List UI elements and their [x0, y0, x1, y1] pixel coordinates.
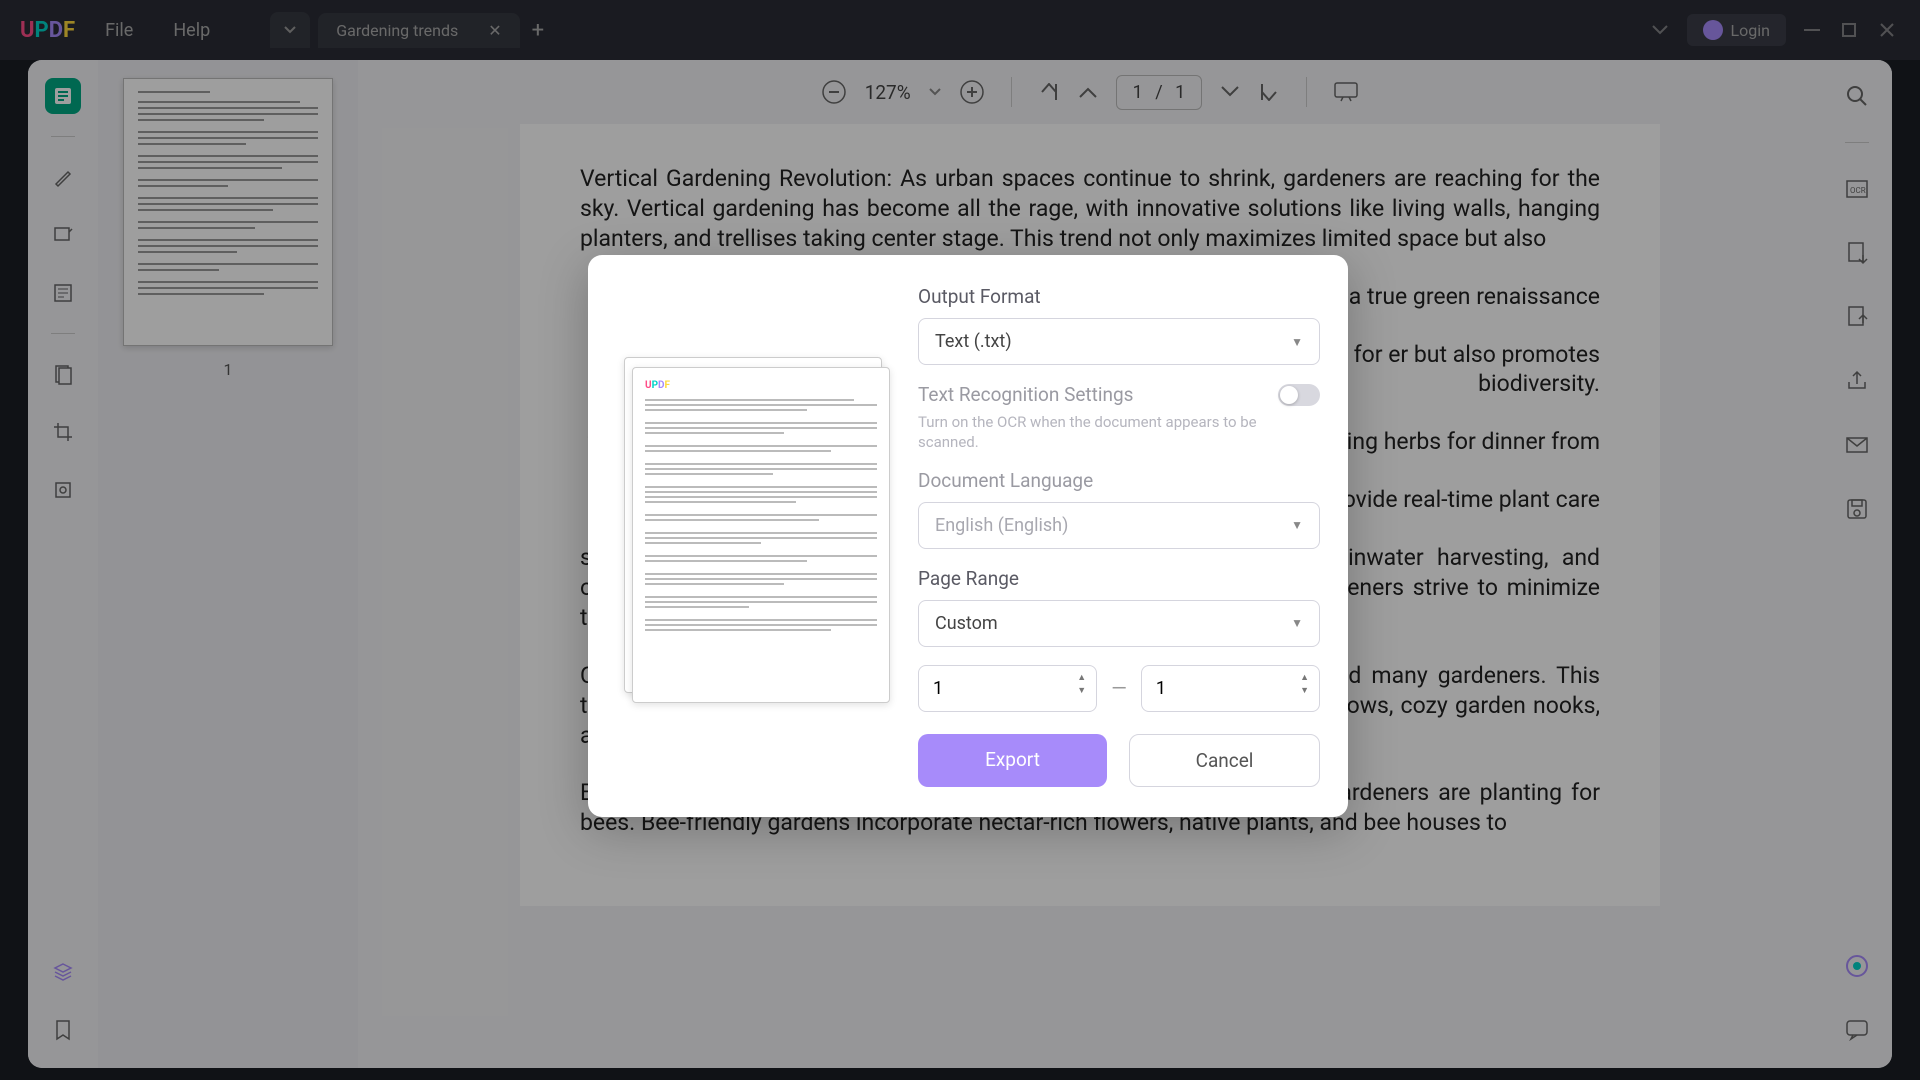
document-language-value: English (English) — [935, 515, 1068, 536]
spinner-down-icon[interactable]: ▼ — [1300, 685, 1309, 696]
output-format-label: Output Format — [918, 285, 1320, 308]
page-range-label: Page Range — [918, 567, 1320, 590]
page-range-select[interactable]: Custom ▼ — [918, 600, 1320, 647]
output-format-select[interactable]: Text (.txt) ▼ — [918, 318, 1320, 365]
spinner-up-icon[interactable]: ▲ — [1077, 672, 1086, 683]
chevron-down-icon: ▼ — [1291, 518, 1303, 532]
spinner-up-icon[interactable]: ▲ — [1300, 672, 1309, 683]
document-language-select[interactable]: English (English) ▼ — [918, 502, 1320, 549]
ocr-settings-label: Text Recognition Settings — [918, 383, 1133, 406]
export-button[interactable]: Export — [918, 734, 1107, 787]
dialog-form: Output Format Text (.txt) ▼ Text Recogni… — [908, 275, 1330, 787]
page-range-value: Custom — [935, 613, 998, 634]
chevron-down-icon: ▼ — [1291, 616, 1303, 630]
ocr-hint: Turn on the OCR when the document appear… — [918, 412, 1320, 453]
cancel-button[interactable]: Cancel — [1129, 734, 1320, 787]
document-language-label: Document Language — [918, 469, 1320, 492]
dialog-preview: UPDF — [608, 275, 908, 787]
spinner-down-icon[interactable]: ▼ — [1077, 685, 1086, 696]
export-dialog: UPDF Output Format Text (.txt) ▼ Text — [588, 255, 1348, 817]
chevron-down-icon: ▼ — [1291, 335, 1303, 349]
range-dash: — — [1111, 676, 1127, 700]
page-range-from-input[interactable]: 1 ▲▼ — [918, 665, 1097, 712]
output-format-value: Text (.txt) — [935, 331, 1012, 352]
ocr-toggle[interactable] — [1278, 384, 1320, 406]
page-range-to-input[interactable]: 1 ▲▼ — [1141, 665, 1320, 712]
